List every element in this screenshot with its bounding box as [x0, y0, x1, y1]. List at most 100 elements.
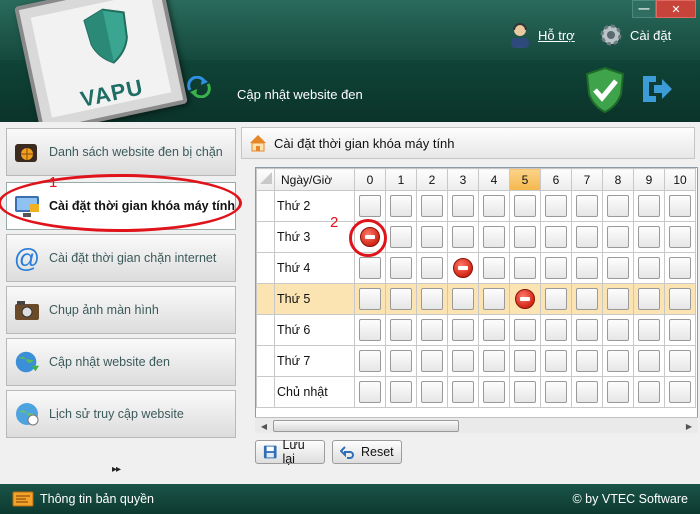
schedule-cell[interactable] — [540, 221, 572, 253]
schedule-cell[interactable] — [633, 376, 665, 408]
schedule-cell[interactable] — [478, 376, 510, 408]
empty-toggle-cell[interactable] — [452, 319, 474, 341]
schedule-cell[interactable] — [416, 190, 448, 222]
empty-toggle-cell[interactable] — [483, 319, 505, 341]
empty-toggle-cell[interactable] — [390, 288, 412, 310]
schedule-cell[interactable] — [664, 376, 696, 408]
schedule-cell[interactable] — [385, 283, 417, 315]
empty-toggle-cell[interactable] — [607, 319, 629, 341]
hour-header[interactable]: 8 — [602, 168, 634, 191]
blocked-stop-icon[interactable] — [453, 258, 473, 278]
empty-toggle-cell[interactable] — [638, 226, 660, 248]
hour-header[interactable]: 6 — [540, 168, 572, 191]
schedule-cell[interactable] — [664, 283, 696, 315]
empty-toggle-cell[interactable] — [576, 350, 598, 372]
empty-toggle-cell[interactable] — [359, 195, 381, 217]
sidebar-item-update-blacklist[interactable]: Cập nhật website đen — [6, 338, 236, 386]
schedule-cell[interactable] — [602, 376, 634, 408]
empty-toggle-cell[interactable] — [607, 288, 629, 310]
schedule-cell[interactable] — [416, 314, 448, 346]
row-selector[interactable] — [256, 314, 275, 346]
empty-toggle-cell[interactable] — [545, 350, 567, 372]
schedule-cell[interactable] — [633, 345, 665, 377]
sidebar-item-history[interactable]: Lịch sử truy cập website — [6, 390, 236, 438]
select-all-corner[interactable] — [256, 168, 275, 191]
schedule-cell[interactable] — [478, 345, 510, 377]
empty-toggle-cell[interactable] — [390, 319, 412, 341]
row-selector[interactable] — [256, 376, 275, 408]
schedule-cell[interactable] — [571, 376, 603, 408]
empty-toggle-cell[interactable] — [359, 381, 381, 403]
minimize-button[interactable]: — — [632, 0, 656, 18]
empty-toggle-cell[interactable] — [359, 257, 381, 279]
schedule-cell[interactable] — [447, 252, 479, 284]
schedule-cell[interactable] — [354, 376, 386, 408]
empty-toggle-cell[interactable] — [669, 226, 691, 248]
schedule-cell[interactable] — [416, 221, 448, 253]
empty-toggle-cell[interactable] — [483, 381, 505, 403]
row-selector[interactable] — [256, 190, 275, 222]
hour-header[interactable]: 4 — [478, 168, 510, 191]
empty-toggle-cell[interactable] — [483, 257, 505, 279]
empty-toggle-cell[interactable] — [421, 319, 443, 341]
row-selector[interactable] — [256, 221, 275, 253]
schedule-cell[interactable] — [385, 376, 417, 408]
schedule-cell[interactable] — [540, 376, 572, 408]
empty-toggle-cell[interactable] — [390, 257, 412, 279]
empty-toggle-cell[interactable] — [607, 350, 629, 372]
schedule-cell[interactable] — [447, 221, 479, 253]
row-selector[interactable] — [256, 283, 275, 315]
empty-toggle-cell[interactable] — [607, 226, 629, 248]
empty-toggle-cell[interactable] — [638, 288, 660, 310]
empty-toggle-cell[interactable] — [390, 226, 412, 248]
hour-header[interactable]: 7 — [571, 168, 603, 191]
empty-toggle-cell[interactable] — [576, 288, 598, 310]
save-button[interactable]: Lưu lại — [255, 438, 325, 466]
empty-toggle-cell[interactable] — [452, 288, 474, 310]
schedule-cell[interactable] — [540, 314, 572, 346]
empty-toggle-cell[interactable] — [638, 195, 660, 217]
empty-toggle-cell[interactable] — [545, 257, 567, 279]
empty-toggle-cell[interactable] — [576, 381, 598, 403]
empty-toggle-cell[interactable] — [545, 226, 567, 248]
empty-toggle-cell[interactable] — [545, 195, 567, 217]
schedule-cell[interactable] — [664, 314, 696, 346]
schedule-cell[interactable] — [633, 314, 665, 346]
scroll-thumb[interactable] — [273, 420, 459, 432]
reset-button[interactable]: Reset — [332, 440, 402, 464]
schedule-cell[interactable] — [509, 345, 541, 377]
schedule-cell[interactable] — [540, 283, 572, 315]
sidebar-item-screenshot[interactable]: Chụp ảnh màn hình — [6, 286, 236, 334]
empty-toggle-cell[interactable] — [390, 195, 412, 217]
schedule-cell[interactable] — [540, 190, 572, 222]
schedule-cell[interactable] — [354, 190, 386, 222]
schedule-cell[interactable] — [447, 283, 479, 315]
exit-icon[interactable] — [640, 74, 674, 104]
hour-header[interactable]: 3 — [447, 168, 479, 191]
schedule-cell[interactable] — [509, 221, 541, 253]
empty-toggle-cell[interactable] — [607, 195, 629, 217]
schedule-cell[interactable] — [633, 252, 665, 284]
schedule-cell[interactable] — [540, 252, 572, 284]
schedule-cell[interactable] — [509, 376, 541, 408]
empty-toggle-cell[interactable] — [359, 350, 381, 372]
row-selector[interactable] — [256, 345, 275, 377]
empty-toggle-cell[interactable] — [483, 195, 505, 217]
close-button[interactable]: ✕ — [656, 0, 696, 18]
empty-toggle-cell[interactable] — [483, 350, 505, 372]
schedule-cell[interactable] — [447, 376, 479, 408]
schedule-cell[interactable] — [633, 283, 665, 315]
empty-toggle-cell[interactable] — [669, 350, 691, 372]
empty-toggle-cell[interactable] — [452, 226, 474, 248]
empty-toggle-cell[interactable] — [514, 257, 536, 279]
schedule-cell[interactable] — [571, 252, 603, 284]
hour-header[interactable]: 9 — [633, 168, 665, 191]
empty-toggle-cell[interactable] — [359, 288, 381, 310]
empty-toggle-cell[interactable] — [514, 226, 536, 248]
empty-toggle-cell[interactable] — [576, 319, 598, 341]
hour-header[interactable]: 1 — [385, 168, 417, 191]
schedule-cell[interactable] — [571, 345, 603, 377]
schedule-cell[interactable] — [478, 221, 510, 253]
scroll-right-icon[interactable]: ▶ — [682, 419, 696, 433]
schedule-cell[interactable] — [416, 252, 448, 284]
